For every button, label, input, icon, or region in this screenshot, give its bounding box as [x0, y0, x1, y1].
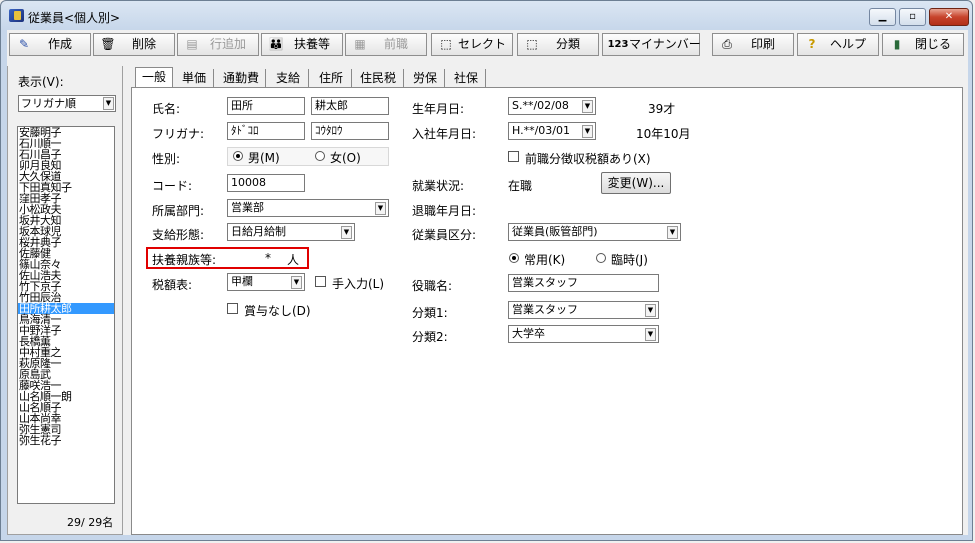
minimize-button[interactable]: ▁: [869, 8, 896, 26]
dept-select[interactable]: 営業部 ▼: [227, 199, 389, 217]
close-button[interactable]: ▮ 閉じる: [882, 33, 964, 56]
tab-unit-price[interactable]: 単価: [175, 69, 214, 87]
mynumber-button[interactable]: 123 マイナンバー: [602, 33, 701, 56]
regular-radio[interactable]: [509, 253, 519, 263]
employee-type-value: 従業員(販管部門): [512, 225, 598, 238]
title-bar: 従業員<個人別> ▁ ▫ ✕: [0, 0, 975, 30]
classify-button[interactable]: ⬚ 分類: [517, 33, 599, 56]
tenure-text: 10年10月: [636, 127, 691, 141]
sort-select[interactable]: フリガナ順 ▼: [18, 95, 116, 112]
chevron-down-icon: ▼: [375, 202, 386, 215]
window-title: 従業員<個人別>: [28, 11, 121, 25]
tab-general[interactable]: 一般: [135, 67, 173, 89]
help-button[interactable]: ? ヘルプ: [797, 33, 879, 56]
gender-male-radio[interactable]: [233, 151, 243, 161]
chevron-down-icon: ▼: [645, 304, 656, 317]
dept-label: 所属部門:: [152, 204, 205, 218]
temporary-radio[interactable]: [596, 253, 606, 263]
pay-type-label: 支給形態:: [152, 228, 205, 242]
gender-female-label: 女(O): [330, 151, 361, 165]
regular-label: 常用(K): [524, 253, 566, 267]
dependents-button[interactable]: 👪 扶養等: [261, 33, 343, 56]
manual-input-label: 手入力(L): [332, 277, 385, 291]
code-label: コード:: [152, 179, 193, 193]
furigana-label: フリガナ:: [152, 127, 205, 141]
first-kana-input[interactable]: ｺｳﾀﾛｳ: [311, 122, 389, 140]
employee-list[interactable]: 安藤明子 石川順一 石川昌子 卯月良知 大久保道 下田真知子 窪田孝子 小松政夫 坂井大知 坂本球…: [17, 126, 115, 504]
class2-label: 分類2:: [412, 330, 448, 344]
chevron-down-icon: ▼: [291, 276, 302, 289]
hire-date-value: H.**/03/01: [512, 124, 570, 137]
dept-value: 営業部: [231, 201, 264, 214]
tab-commute[interactable]: 通勤費: [217, 69, 266, 87]
pay-type-select[interactable]: 日給月給制 ▼: [227, 223, 355, 241]
birth-date-value: S.**/02/08: [512, 99, 569, 112]
temporary-label: 臨時(J): [611, 253, 648, 267]
tab-social-insurance[interactable]: 社保: [447, 69, 486, 87]
retire-label: 退職年月日:: [412, 204, 477, 218]
dependents-unit: 人: [287, 253, 300, 267]
class1-label: 分類1:: [412, 306, 448, 320]
no-bonus-checkbox[interactable]: [227, 303, 238, 314]
tax-table-select[interactable]: 甲欄 ▼: [227, 273, 305, 291]
chevron-down-icon: ▼: [582, 100, 593, 113]
position-label: 役職名:: [412, 279, 453, 293]
maximize-button[interactable]: ▫: [899, 8, 926, 26]
sort-select-value: フリガナ順: [21, 97, 76, 110]
first-name-input[interactable]: 耕太郎: [311, 97, 389, 115]
dependents-label: 扶養親族等:: [152, 253, 217, 267]
delete-button[interactable]: 🗑 削除: [93, 33, 175, 56]
tab-address[interactable]: 住所: [311, 69, 352, 87]
birth-date-select[interactable]: S.**/02/08 ▼: [508, 97, 596, 115]
app-icon: [9, 9, 24, 22]
chevron-down-icon: ▼: [341, 226, 352, 239]
position-input[interactable]: 営業スタッフ: [508, 274, 659, 292]
prev-job-button[interactable]: ▦ 前職: [345, 33, 427, 56]
chevron-down-icon: ▼: [645, 328, 656, 341]
pay-type-value: 日給月給制: [231, 225, 286, 238]
hire-date-select[interactable]: H.**/03/01 ▼: [508, 122, 596, 140]
prev-tax-checkbox[interactable]: [508, 151, 519, 162]
employee-type-label: 従業員区分:: [412, 228, 477, 242]
gender-male-label: 男(M): [248, 151, 280, 165]
birth-label: 生年月日:: [412, 102, 465, 116]
code-input[interactable]: 10008: [227, 174, 305, 192]
tax-table-value: 甲欄: [231, 275, 253, 288]
class1-select[interactable]: 営業スタッフ ▼: [508, 301, 659, 319]
manual-input-checkbox[interactable]: [315, 276, 326, 287]
add-row-button[interactable]: ▤ 行追加: [177, 33, 259, 56]
tax-table-label: 税額表:: [152, 278, 193, 292]
class1-value: 営業スタッフ: [512, 303, 578, 316]
employee-count: 29/ 29名: [67, 516, 114, 529]
class2-select[interactable]: 大学卒 ▼: [508, 325, 659, 343]
dependents-value: *: [265, 251, 271, 265]
name-label: 氏名:: [152, 102, 181, 116]
display-label: 表示(V):: [18, 75, 64, 89]
close-window-button[interactable]: ✕: [929, 8, 969, 26]
tab-labor-insurance[interactable]: 労保: [406, 69, 445, 87]
status-label: 就業状況:: [412, 179, 465, 193]
change-status-button[interactable]: 変更(W)...: [601, 172, 671, 194]
list-item[interactable]: 弥生花子: [18, 435, 114, 446]
print-button[interactable]: ⎙ 印刷: [712, 33, 794, 56]
gender-label: 性別:: [152, 152, 181, 166]
chevron-down-icon: ▼: [103, 97, 114, 110]
tab-resident-tax[interactable]: 住民税: [353, 69, 404, 87]
last-kana-input[interactable]: ﾀﾄﾞｺﾛ: [227, 122, 305, 140]
gender-female-radio[interactable]: [315, 151, 325, 161]
chevron-down-icon: ▼: [667, 226, 678, 239]
prev-tax-label: 前職分徴収税額あり(X): [525, 152, 651, 166]
status-value: 在職: [508, 179, 533, 193]
age-text: 39才: [648, 102, 676, 116]
hire-label: 入社年月日:: [412, 127, 477, 141]
select-button[interactable]: ⬚ セレクト: [431, 33, 513, 56]
tab-payment[interactable]: 支給: [268, 69, 309, 87]
last-name-input[interactable]: 田所: [227, 97, 305, 115]
client-area: ✎ 作成 🗑 削除 ▤ 行追加 👪 扶養等 ▦ 前職 ⬚ セレクト ⬚ 分類 123 マイナンバ…: [7, 30, 968, 535]
class2-value: 大学卒: [512, 327, 545, 340]
create-button[interactable]: ✎ 作成: [9, 33, 91, 56]
chevron-down-icon: ▼: [582, 125, 593, 138]
employee-type-select[interactable]: 従業員(販管部門) ▼: [508, 223, 681, 241]
no-bonus-label: 賞与なし(D): [244, 304, 311, 318]
